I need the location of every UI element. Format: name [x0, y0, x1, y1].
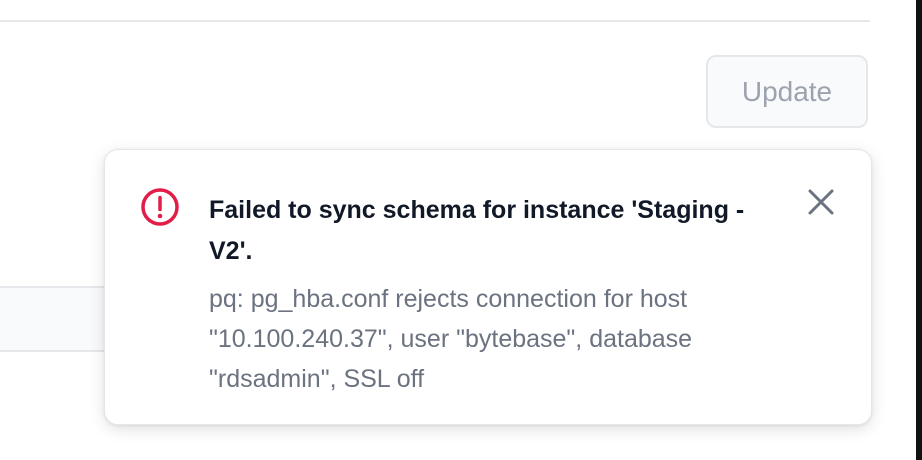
top-divider: [0, 20, 870, 22]
window-edge: [916, 0, 922, 460]
close-icon: [807, 188, 835, 221]
notification-message: pq: pg_hba.conf rejects connection for h…: [209, 285, 693, 393]
close-button[interactable]: [803, 186, 839, 222]
table-header-band: [0, 286, 120, 352]
exclamation-circle-icon: [139, 186, 181, 228]
notification-title: Failed to sync schema for instance 'Stag…: [209, 196, 745, 265]
page: Update Failed to sync schema for instanc…: [0, 0, 922, 460]
update-button[interactable]: Update: [706, 55, 868, 128]
error-notification: Failed to sync schema for instance 'Stag…: [104, 149, 872, 425]
